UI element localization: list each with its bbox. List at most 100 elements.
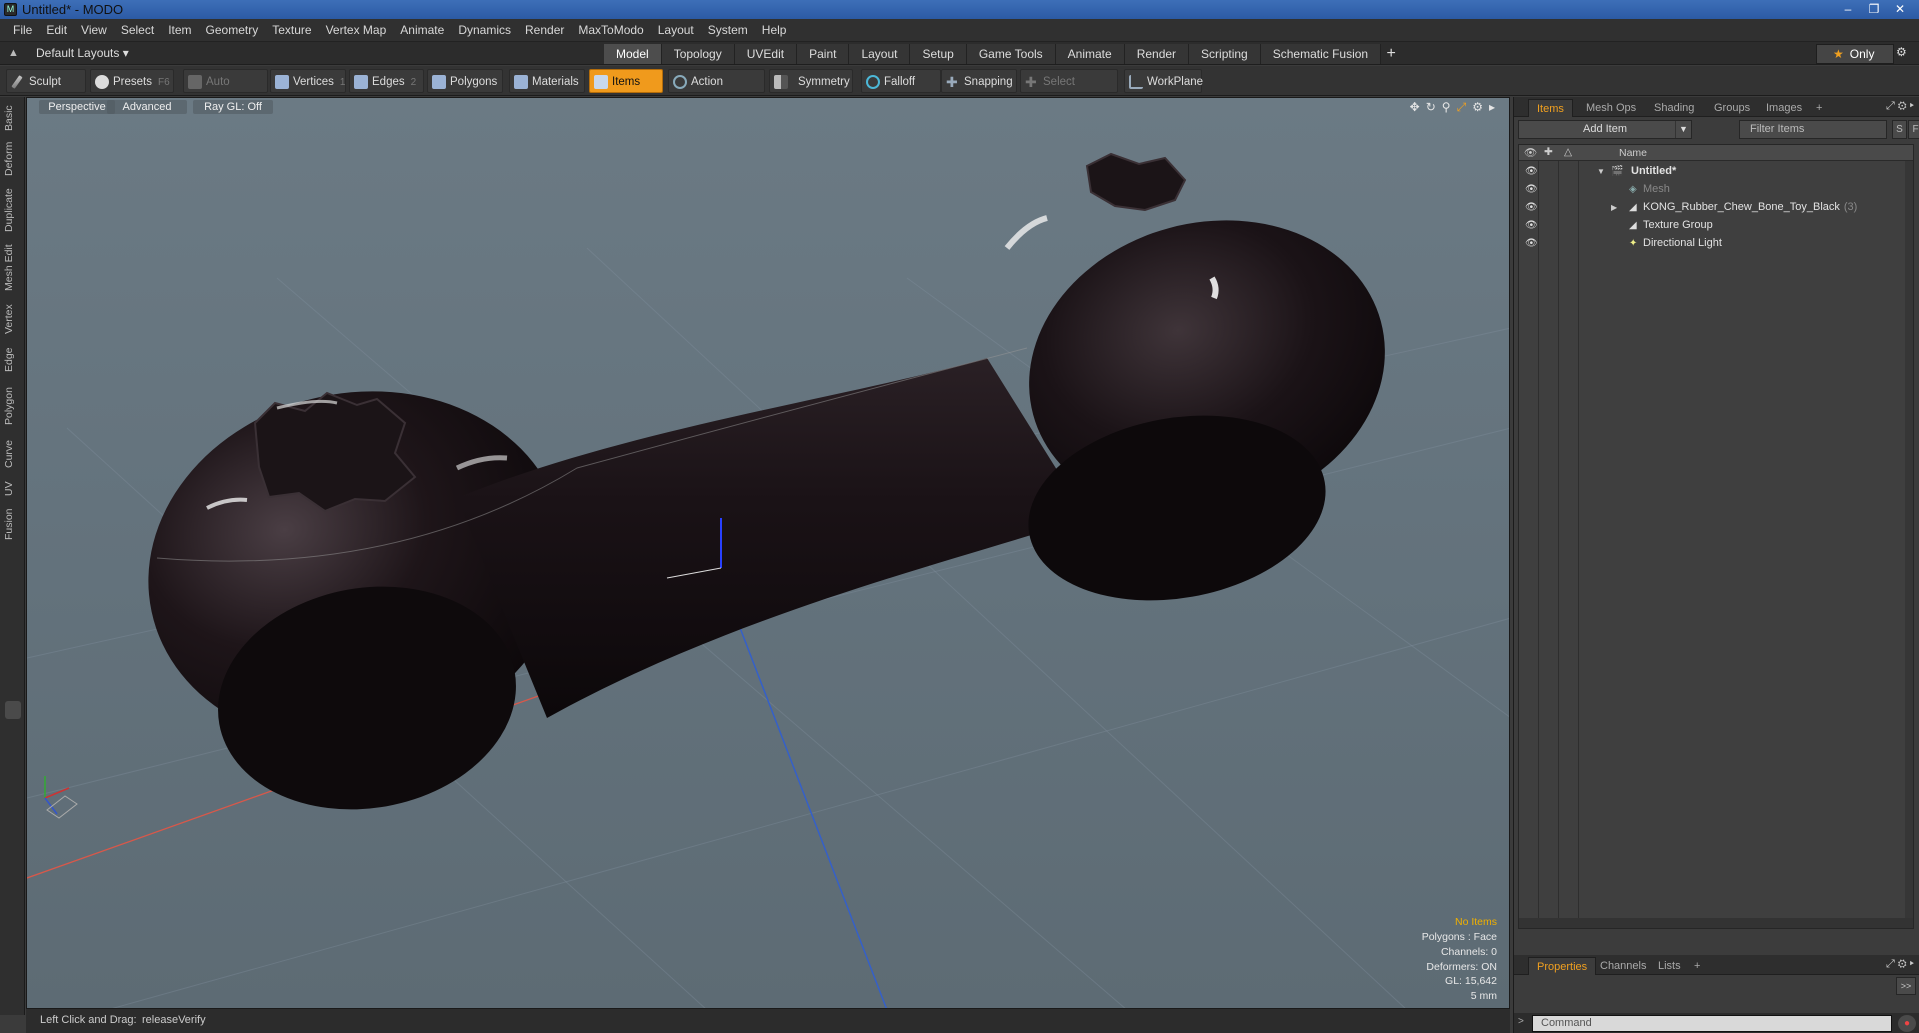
visibility-eye-icon[interactable]: 👁 [1525, 218, 1538, 233]
panel-options-icon[interactable]: ⤢ ⚙ ▸ [1886, 100, 1914, 113]
tree-row-kong-bone[interactable]: 👁 ▶ ◢ KONG_Rubber_Chew_Bone_Toy_Black (3) [1519, 200, 1913, 215]
shading-mode-button[interactable]: Advanced [107, 100, 187, 114]
add-tab-button[interactable]: + [1381, 44, 1401, 64]
polygons-button[interactable]: Polygons [427, 69, 503, 93]
tab-channels[interactable]: Channels [1592, 957, 1654, 975]
close-button[interactable]: ✕ [1887, 1, 1913, 17]
tab-mesh-ops[interactable]: Mesh Ops [1578, 99, 1644, 117]
chevron-down-icon[interactable]: ▼ [1675, 121, 1691, 138]
vtab-curve[interactable]: Curve [3, 437, 21, 471]
tab-game-tools[interactable]: Game Tools [966, 44, 1056, 64]
raygl-button[interactable]: Ray GL: Off [193, 100, 273, 114]
tree-row-scene[interactable]: 👁 ▼ 🎬 Untitled* [1519, 164, 1913, 179]
rotate-icon[interactable]: ↻ [1426, 100, 1436, 115]
tab-groups[interactable]: Groups [1706, 99, 1758, 117]
expand-arrow-icon[interactable]: ▶ [1611, 200, 1617, 215]
select-through-button[interactable]: ✚ Select Through [1020, 69, 1118, 112]
snapping-button[interactable]: ✚ Snapping [941, 69, 1017, 93]
vtab-uv[interactable]: UV [3, 479, 21, 499]
collapse-arrow-icon[interactable]: ▼ [1597, 164, 1605, 179]
tab-topology[interactable]: Topology [661, 44, 735, 64]
vertices-button[interactable]: Vertices 1 [270, 69, 346, 93]
command-input[interactable]: Command [1532, 1015, 1892, 1032]
properties-options-icon[interactable]: ⤢ ⚙ ▸ [1886, 958, 1914, 971]
menu-select[interactable]: Select [114, 23, 161, 37]
expand-properties-button[interactable]: >> [1896, 977, 1916, 995]
layout-select[interactable]: Default Layouts ▾ [36, 46, 129, 60]
tab-uvedit[interactable]: UVEdit [734, 44, 798, 64]
vtab-fusion[interactable]: Fusion [3, 505, 21, 543]
tab-schematic-fusion[interactable]: Schematic Fusion [1260, 44, 1382, 64]
menu-help[interactable]: Help [755, 23, 794, 37]
add-properties-tab-button[interactable]: + [1686, 957, 1708, 975]
vtab-vertex[interactable]: Vertex [3, 301, 21, 337]
tool-tabs-toggle[interactable] [5, 701, 21, 719]
menu-animate[interactable]: Animate [393, 23, 451, 37]
only-button[interactable]: ★ Only [1816, 44, 1894, 64]
tab-model[interactable]: Model [604, 44, 662, 64]
command-history-icon[interactable]: ● [1898, 1015, 1916, 1032]
add-panel-tab-button[interactable]: + [1808, 99, 1830, 117]
viewport-menu-icon[interactable]: ▸ [1489, 100, 1495, 115]
tree-row-texture-group[interactable]: 👁 ◢ Texture Group [1519, 218, 1913, 233]
visibility-eye-icon[interactable]: 👁 [1525, 182, 1538, 197]
3d-viewport[interactable]: Perspective Advanced Ray GL: Off ✥ ↻ ⚲ ⤢… [26, 97, 1510, 1009]
view-mode-button[interactable]: Perspective [39, 100, 115, 114]
tab-properties[interactable]: Properties [1528, 957, 1597, 975]
tree-row-mesh[interactable]: 👁 ◈ Mesh [1519, 182, 1913, 197]
tab-items[interactable]: Items [1528, 99, 1573, 117]
layout-toggle-icon[interactable]: ▲ [8, 47, 19, 59]
visibility-eye-icon[interactable]: 👁 [1525, 200, 1538, 215]
menu-maxtomodo[interactable]: MaxToModo [571, 23, 650, 37]
items-button[interactable]: Items5 [589, 69, 674, 93]
materials-button[interactable]: Materials [509, 69, 585, 93]
tree-row-directional-light[interactable]: 👁 ✦ Directional Light [1519, 236, 1913, 251]
vtab-mesh-edit[interactable]: Mesh Edit [3, 243, 21, 293]
visibility-eye-icon[interactable]: 👁 [1525, 164, 1538, 179]
fit-icon[interactable]: ⤢ [1457, 100, 1467, 115]
tab-layout[interactable]: Layout [849, 44, 911, 64]
restore-button[interactable]: ❐ [1861, 1, 1887, 17]
add-item-button[interactable]: Add Item ▼ [1518, 120, 1692, 139]
vtab-basic[interactable]: Basic [3, 103, 21, 133]
pan-icon[interactable]: ✥ [1410, 100, 1420, 115]
vtab-polygon[interactable]: Polygon [3, 383, 21, 429]
menu-view[interactable]: View [74, 23, 114, 37]
menu-edit[interactable]: Edit [39, 23, 74, 37]
tab-shading[interactable]: Shading [1646, 99, 1702, 117]
symmetry-button[interactable]: Symmetry [769, 69, 853, 93]
tab-setup[interactable]: Setup [910, 44, 967, 64]
f-button[interactable]: F [1908, 120, 1919, 139]
menu-file[interactable]: File [6, 23, 39, 37]
tab-lists[interactable]: Lists [1650, 957, 1689, 975]
menu-geometry[interactable]: Geometry [199, 23, 266, 37]
item-list-scrollbar[interactable] [1905, 161, 1913, 921]
vtab-edge[interactable]: Edge [3, 345, 21, 375]
filter-items-input[interactable]: Filter Items [1739, 120, 1887, 139]
sculpt-button[interactable]: Sculpt [6, 69, 86, 93]
vtab-duplicate[interactable]: Duplicate [3, 185, 21, 235]
tab-animate[interactable]: Animate [1055, 44, 1125, 64]
vtab-deform[interactable]: Deform [3, 141, 21, 177]
menu-layout[interactable]: Layout [651, 23, 701, 37]
action-center-button[interactable]: Action Center [668, 69, 765, 112]
menu-texture[interactable]: Texture [265, 23, 318, 37]
menu-item[interactable]: Item [161, 23, 198, 37]
viewport-settings-icon[interactable]: ⚙ [1472, 100, 1483, 115]
zoom-icon[interactable]: ⚲ [1442, 100, 1451, 115]
falloff-button[interactable]: Falloff [861, 69, 941, 93]
gear-icon[interactable]: ⚙ [1896, 45, 1907, 59]
menu-dynamics[interactable]: Dynamics [451, 23, 518, 37]
name-column-header[interactable]: Name [1619, 147, 1647, 159]
item-list-h-scrollbar[interactable] [1519, 918, 1913, 928]
visibility-eye-icon[interactable]: 👁 [1525, 236, 1538, 251]
presets-button[interactable]: Presets F6 [90, 69, 174, 93]
workplane-button[interactable]: WorkPlane [1124, 69, 1203, 93]
menu-system[interactable]: System [701, 23, 755, 37]
s-button[interactable]: S [1892, 120, 1907, 139]
auto-select-button[interactable]: Auto Select [183, 69, 268, 112]
tab-render[interactable]: Render [1124, 44, 1190, 64]
minimize-button[interactable]: – [1835, 1, 1861, 17]
menu-vertex-map[interactable]: Vertex Map [319, 23, 394, 37]
tab-scripting[interactable]: Scripting [1189, 44, 1261, 64]
